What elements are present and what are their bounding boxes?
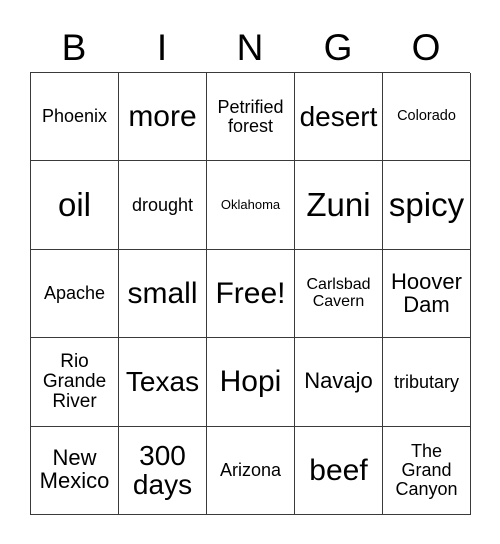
bingo-cell-label: The Grand Canyon: [395, 441, 458, 499]
bingo-cell-i5[interactable]: 300 days: [119, 426, 207, 516]
bingo-cell-free-space[interactable]: Free!: [207, 249, 295, 339]
bingo-cell-b4[interactable]: Rio Grande River: [31, 338, 119, 427]
bingo-cell-g1[interactable]: desert: [295, 73, 383, 162]
bingo-row: oil drought Oklahoma Zuni spicy: [31, 161, 471, 250]
bingo-cell-n1[interactable]: Petrified forest: [207, 73, 295, 162]
bingo-cell-label: 300 days: [132, 440, 193, 501]
bingo-row: Phoenix more Petrified forest desert Col…: [31, 73, 471, 162]
bingo-cell-n2[interactable]: Oklahoma: [207, 161, 295, 250]
bingo-cell-i4[interactable]: Texas: [119, 338, 207, 427]
bingo-card: B I N G O Phoenix more Petrified forest …: [0, 0, 500, 544]
bingo-cell-label: tributary: [393, 371, 460, 392]
bingo-header-letter-b: B: [61, 26, 87, 68]
bingo-header-letter-n: N: [236, 26, 264, 68]
bingo-cell-label: Phoenix: [41, 106, 108, 127]
bingo-cell-label: Hopi: [219, 365, 282, 399]
bingo-cell-label: small: [127, 276, 198, 310]
bingo-cell-b3[interactable]: Apache: [31, 249, 119, 339]
bingo-cell-label: Colorado: [397, 108, 456, 125]
bingo-cell-label: Texas: [125, 366, 200, 398]
bingo-row: Apache small Free! Carlsbad Cavern Hoove…: [31, 249, 471, 339]
bingo-cell-n4[interactable]: Hopi: [207, 338, 295, 427]
bingo-row: New Mexico 300 days Arizona beef The Gra…: [31, 426, 471, 516]
bingo-cell-g2[interactable]: Zuni: [295, 161, 383, 250]
bingo-cell-label: oil: [57, 185, 92, 223]
bingo-cell-label: Apache: [43, 283, 106, 304]
bingo-header-letter-i: I: [156, 26, 168, 68]
bingo-cell-label: Arizona: [219, 459, 282, 480]
bingo-cell-b5[interactable]: New Mexico: [31, 426, 119, 516]
bingo-cell-label: drought: [131, 194, 194, 215]
bingo-cell-b2[interactable]: oil: [31, 161, 119, 250]
bingo-row: Rio Grande River Texas Hopi Navajo tribu…: [31, 338, 471, 427]
bingo-cell-o5[interactable]: The Grand Canyon: [383, 426, 471, 516]
bingo-cell-label: Oklahoma: [220, 197, 281, 213]
bingo-cell-label: Navajo: [304, 368, 373, 394]
bingo-cell-label: desert: [299, 101, 378, 133]
bingo-header-letter-o: O: [411, 26, 441, 68]
bingo-cell-label: New Mexico: [39, 445, 110, 494]
bingo-cell-label: more: [128, 100, 197, 134]
bingo-cell-label: Petrified forest: [217, 96, 284, 136]
bingo-cell-o2[interactable]: spicy: [383, 161, 471, 250]
bingo-cell-i1[interactable]: more: [119, 73, 207, 162]
bingo-header-letter-g: G: [323, 26, 353, 68]
bingo-cell-label: spicy: [388, 185, 465, 223]
bingo-cell-n5[interactable]: Arizona: [207, 426, 295, 516]
bingo-cell-o3[interactable]: Hoover Dam: [383, 249, 471, 339]
bingo-cell-o1[interactable]: Colorado: [383, 73, 471, 162]
bingo-cell-i2[interactable]: drought: [119, 161, 207, 250]
bingo-cell-o4[interactable]: tributary: [383, 338, 471, 427]
bingo-free-space-label: Free!: [215, 276, 286, 310]
bingo-cell-label: Carlsbad Cavern: [306, 275, 371, 310]
bingo-cell-b1[interactable]: Phoenix: [31, 73, 119, 162]
bingo-cell-g5[interactable]: beef: [295, 426, 383, 516]
bingo-header-row: B I N G O: [30, 22, 470, 72]
bingo-cell-g3[interactable]: Carlsbad Cavern: [295, 249, 383, 339]
bingo-cell-i3[interactable]: small: [119, 249, 207, 339]
bingo-cell-g4[interactable]: Navajo: [295, 338, 383, 427]
bingo-cell-label: Hoover Dam: [391, 268, 462, 317]
bingo-cell-label: Rio Grande River: [42, 351, 107, 412]
bingo-cell-label: beef: [309, 453, 368, 487]
bingo-cell-label: Zuni: [306, 185, 371, 223]
bingo-grid: Phoenix more Petrified forest desert Col…: [30, 72, 471, 516]
